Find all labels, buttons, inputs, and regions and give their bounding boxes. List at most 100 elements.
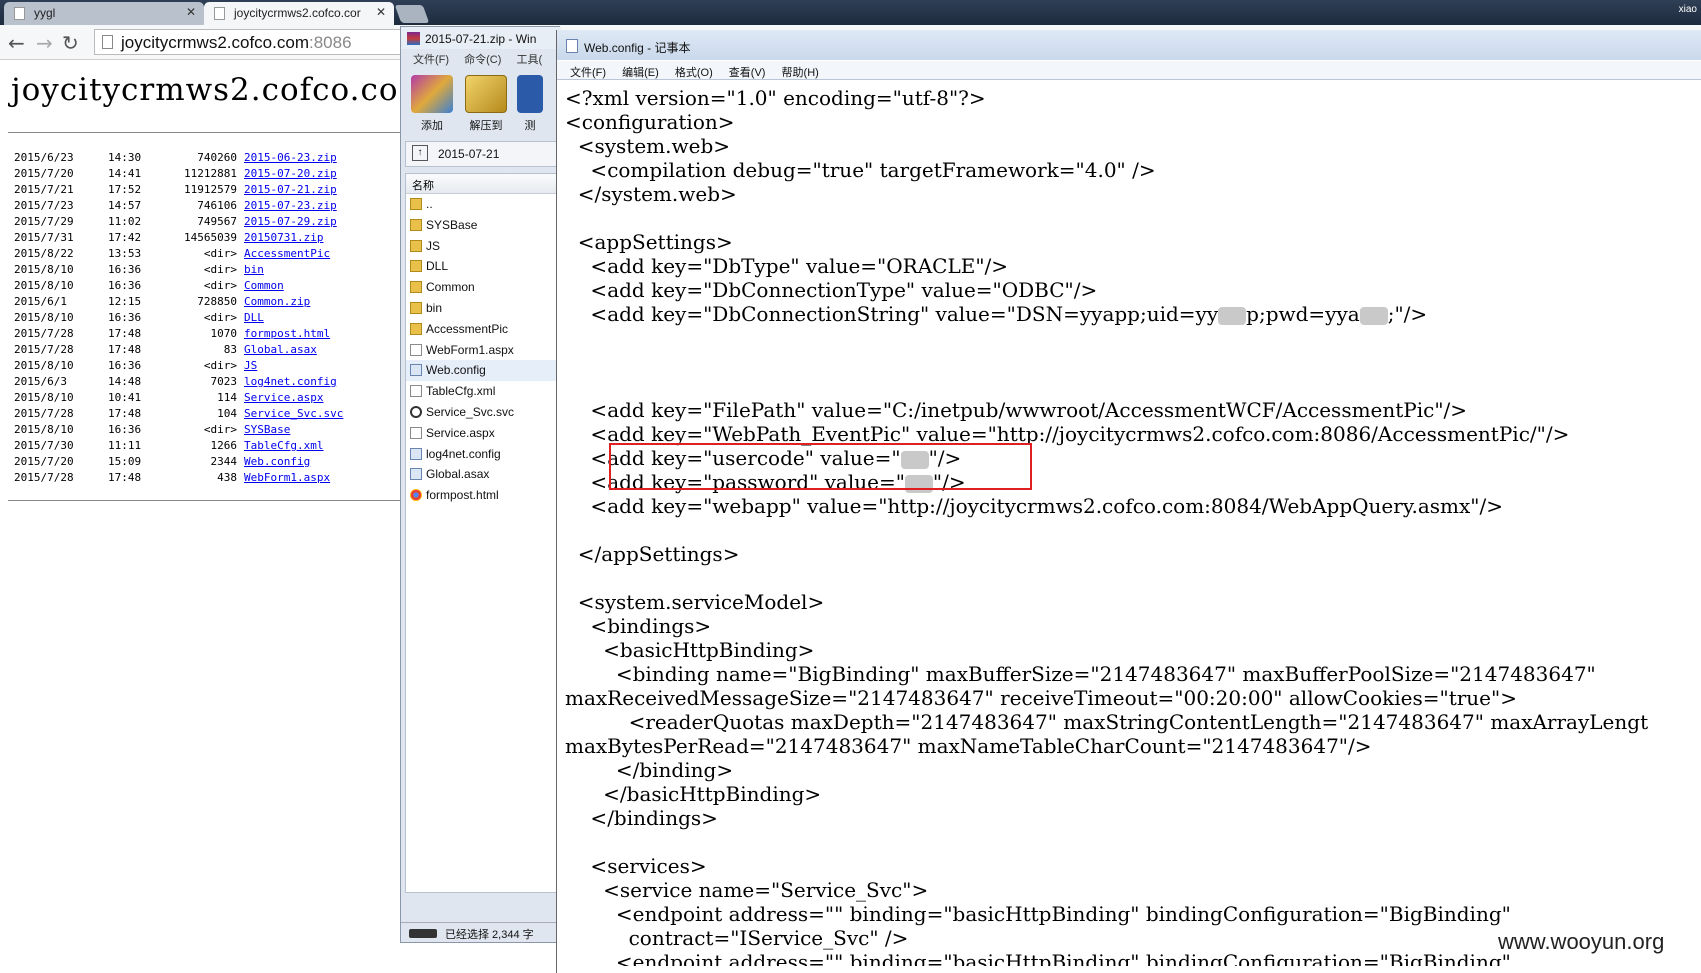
file-list-item[interactable]: WebForm1.aspx	[406, 340, 560, 361]
folder-icon	[410, 260, 422, 273]
tab-yygl[interactable]: yygl ✕	[4, 2, 204, 25]
file-name: ..	[426, 197, 433, 211]
listing-date: 2015/6/23	[14, 151, 74, 164]
listing-link[interactable]: 2015-07-23.zip	[244, 198, 337, 214]
listing-row: 2015/7/21 17:52 11912579 2015-07-21.zip	[0, 182, 400, 198]
listing-date: 2015/8/10	[14, 311, 74, 324]
listing-link[interactable]: WebForm1.aspx	[244, 470, 330, 486]
menu-help[interactable]: 帮助(H)	[782, 64, 819, 80]
file-list-item[interactable]: DLL	[406, 256, 560, 277]
listing-size: <dir>	[203, 279, 237, 292]
file-listing: 2015/6/23 14:30 740260 2015-06-23.zip 2015/7…	[0, 150, 400, 486]
code-line: <add key="DbConnectionType" value="ODBC"…	[565, 278, 1098, 302]
file-list-item[interactable]: Global.asax	[406, 464, 560, 485]
listing-time: 17:48	[108, 471, 142, 484]
test-button[interactable]: 测	[515, 73, 545, 133]
listing-link[interactable]: TableCfg.xml	[244, 438, 323, 454]
close-tab-icon[interactable]: ✕	[186, 5, 196, 19]
file-list-item[interactable]: SYSBase	[406, 215, 560, 236]
notepad-text-area[interactable]: <?xml version="1.0" encoding="utf-8"?> <c…	[565, 86, 1695, 966]
listing-link[interactable]: bin	[244, 262, 264, 278]
listing-link[interactable]: 2015-07-29.zip	[244, 214, 337, 230]
menu-tools[interactable]: 工具(	[516, 54, 542, 66]
reload-icon[interactable]: ↻	[62, 31, 79, 55]
back-arrow-icon[interactable]: ←	[8, 31, 25, 55]
notepad-menu-bar: 文件(F) 编辑(E) 格式(O) 查看(V) 帮助(H)	[557, 61, 1701, 80]
listing-link[interactable]: Web.config	[244, 454, 310, 470]
code-line: maxBytesPerRead="2147483647" maxNameTabl…	[565, 734, 1372, 758]
up-folder-icon[interactable]: ↑	[412, 145, 428, 161]
code-line: </system.web>	[565, 182, 737, 206]
listing-link[interactable]: JS	[244, 358, 257, 374]
file-list-item[interactable]: Service_Svc.svc	[406, 402, 560, 423]
listing-link[interactable]: Service_Svc.svc	[244, 406, 343, 422]
listing-row: 2015/6/1 12:15 728850 Common.zip	[0, 294, 400, 310]
menu-command[interactable]: 命令(C)	[464, 54, 501, 66]
extract-to-button[interactable]: 解压到	[461, 73, 511, 133]
file-list-item[interactable]: bin	[406, 298, 560, 319]
listing-link[interactable]: SYSBase	[244, 422, 290, 438]
page-icon	[14, 7, 25, 20]
file-name: AccessmentPic	[426, 321, 509, 336]
add-button[interactable]: 添加	[407, 73, 457, 133]
menu-file[interactable]: 文件(F)	[570, 64, 606, 80]
file-list-item[interactable]: TableCfg.xml	[406, 381, 560, 402]
menu-file[interactable]: 文件(F)	[413, 54, 449, 66]
file-list-item[interactable]: Service.aspx	[406, 423, 560, 444]
file-name: Service.aspx	[426, 425, 495, 440]
menu-format[interactable]: 格式(O)	[675, 64, 713, 80]
new-tab-button[interactable]	[394, 5, 430, 23]
listing-size: 746106	[197, 199, 237, 212]
menu-view[interactable]: 查看(V)	[729, 64, 766, 80]
code-line: </bindings>	[565, 806, 718, 830]
file-list-item[interactable]: Web.config	[406, 360, 560, 382]
tab-title: yygl	[34, 6, 56, 20]
listing-time: 16:36	[108, 359, 142, 372]
file-list-item[interactable]: ..	[406, 194, 560, 215]
folder-icon	[410, 198, 422, 210]
file-list-item[interactable]: formpost.html	[406, 485, 560, 506]
close-tab-icon[interactable]: ✕	[376, 5, 386, 19]
archive-path[interactable]: 2015-07-21	[438, 147, 499, 161]
listing-link[interactable]: Service.aspx	[244, 390, 323, 406]
column-header-name[interactable]: 名称	[406, 174, 560, 194]
listing-link[interactable]: 2015-06-23.zip	[244, 150, 337, 166]
tab-title: joycitycrmws2.cofco.cor	[234, 6, 361, 20]
listing-link[interactable]: Global.asax	[244, 342, 317, 358]
listing-link[interactable]: 20150731.zip	[244, 230, 323, 246]
notepad-title-bar: Web.config - 记事本	[557, 30, 1701, 60]
folder-icon	[410, 281, 422, 294]
file-list-item[interactable]: log4net.config	[406, 444, 560, 465]
code-line: maxReceivedMessageSize="2147483647" rece…	[565, 686, 1517, 710]
file-list-item[interactable]: Common	[406, 277, 560, 298]
listing-size: 7023	[210, 375, 238, 388]
address-host: joycitycrmws2.cofco.com	[121, 33, 309, 52]
redacted-blur	[904, 474, 933, 493]
test-label: 测	[524, 120, 536, 132]
tab-joycity[interactable]: joycitycrmws2.cofco.cor ✕	[204, 2, 394, 25]
listing-size: 438	[217, 471, 237, 484]
listing-size: <dir>	[203, 247, 237, 260]
file-list-item[interactable]: AccessmentPic	[406, 319, 560, 340]
file-list-item[interactable]: JS	[406, 236, 560, 257]
window-title: 2015-07-21.zip - Win	[425, 32, 537, 46]
listing-link[interactable]: Common.zip	[244, 294, 310, 310]
winrar-status-bar: 已经选择 2,344 字	[401, 922, 561, 942]
listing-link[interactable]: DLL	[244, 310, 264, 326]
code-line: <services>	[565, 854, 707, 878]
winrar-items: .. SYSBase JS DLL Common bin AccessmentPic WebF…	[406, 194, 560, 506]
listing-link[interactable]: Common	[244, 278, 284, 294]
listing-link[interactable]: AccessmentPic	[244, 246, 330, 262]
listing-link[interactable]: formpost.html	[244, 326, 330, 342]
listing-link[interactable]: log4net.config	[244, 374, 337, 390]
file-name: Common	[426, 280, 475, 295]
user-label: xiao	[1678, 4, 1697, 15]
menu-edit[interactable]: 编辑(E)	[622, 64, 659, 80]
forward-arrow-icon[interactable]: →	[36, 31, 53, 55]
address-bar[interactable]: joycitycrmws2.cofco.com:8086	[94, 29, 404, 55]
listing-date: 2015/6/3	[14, 375, 67, 388]
file-name: DLL	[426, 259, 449, 274]
listing-link[interactable]: 2015-07-20.zip	[244, 166, 337, 182]
listing-row: 2015/6/3 14:48 7023 log4net.config	[0, 374, 400, 390]
listing-link[interactable]: 2015-07-21.zip	[244, 182, 337, 198]
